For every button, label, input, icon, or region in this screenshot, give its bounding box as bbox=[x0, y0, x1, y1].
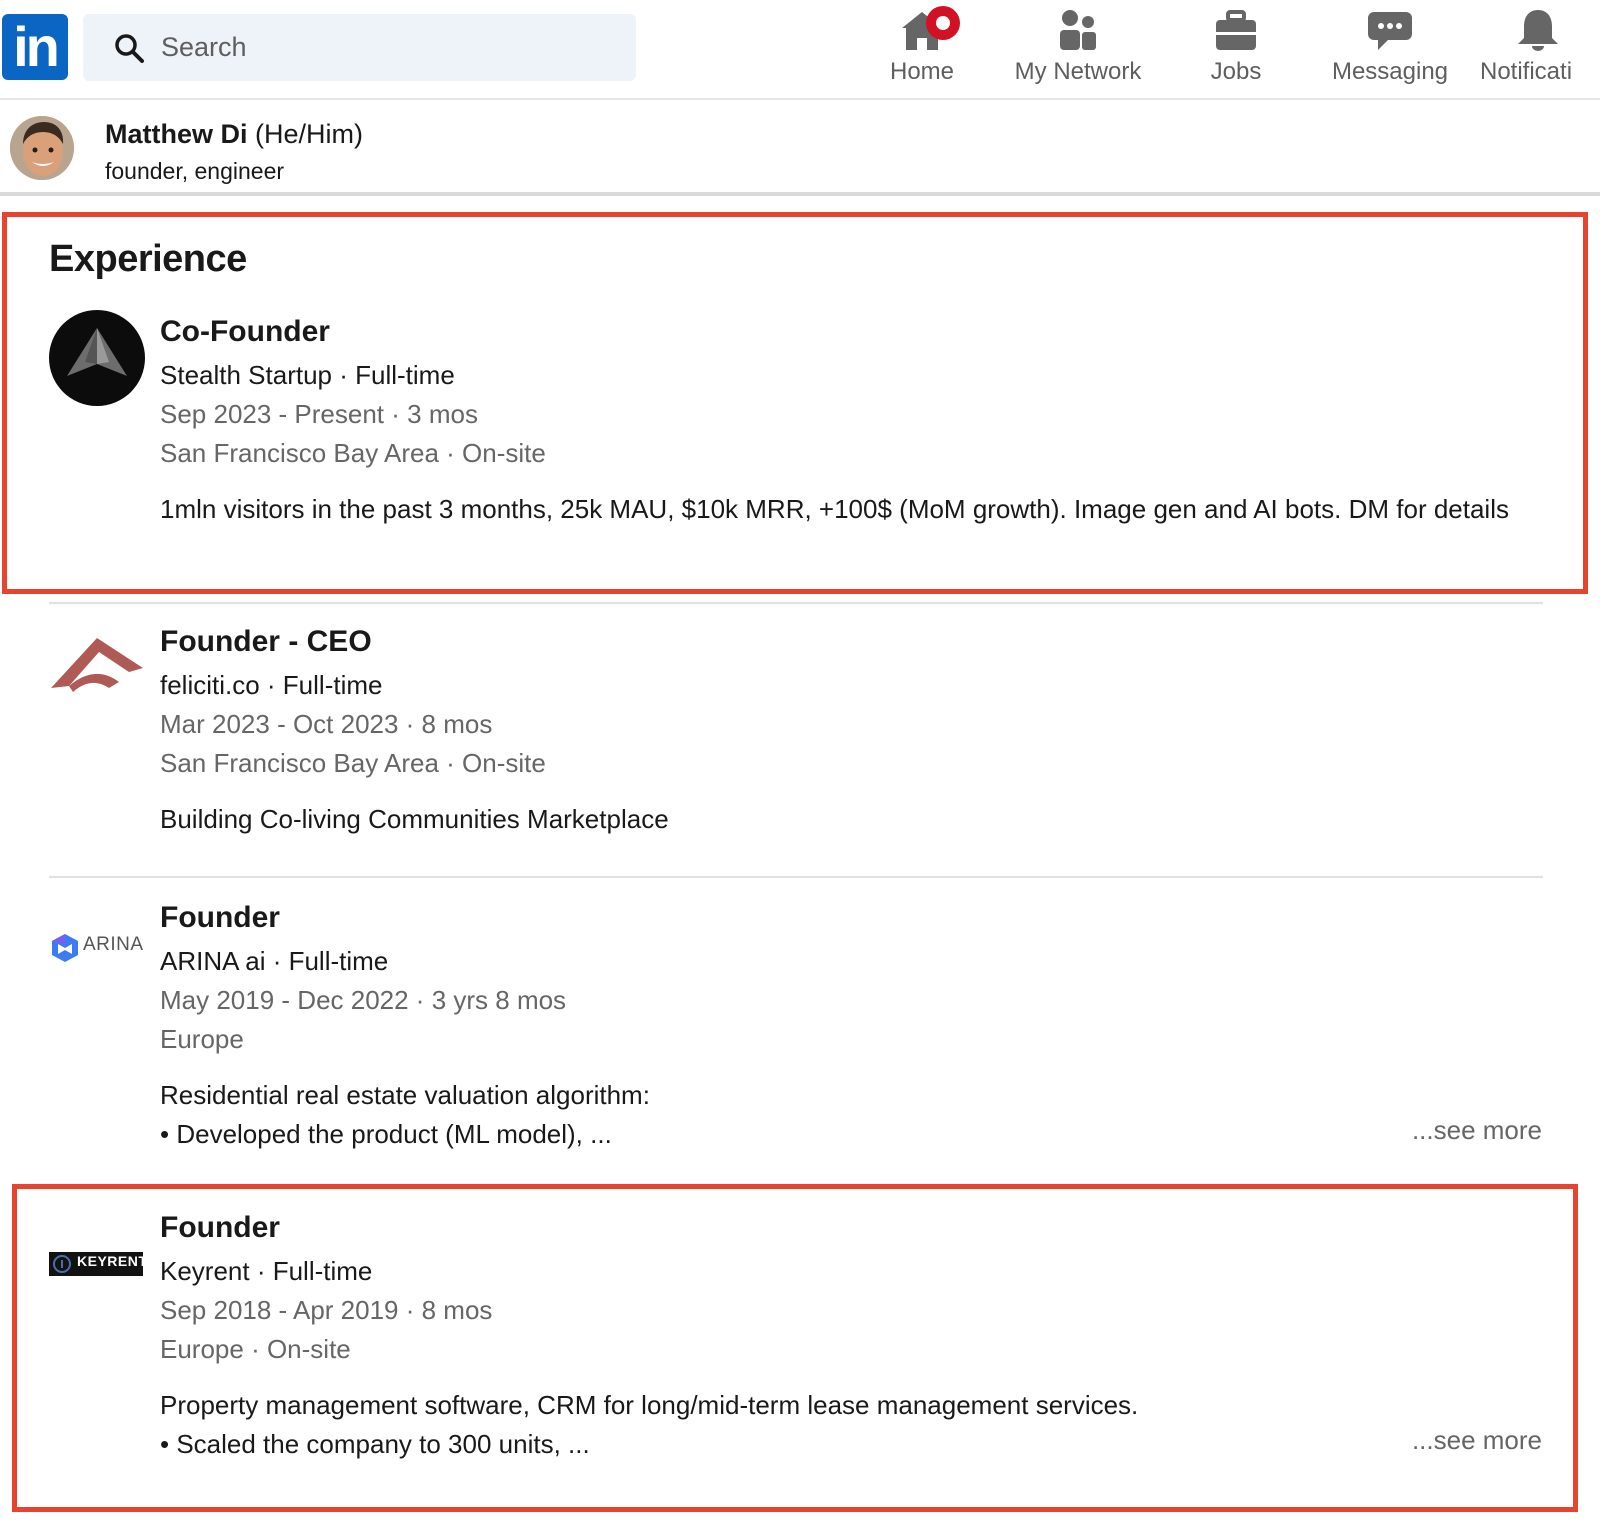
job-title: Co-Founder bbox=[160, 315, 330, 348]
company-name[interactable]: feliciti.co · Full-time bbox=[160, 670, 382, 701]
job-description: 1mln visitors in the past 3 months, 25k … bbox=[160, 494, 1509, 524]
nav-notifications-label: Notificati bbox=[1480, 58, 1573, 85]
job-description-line: • Scaled the company to 300 units, ... bbox=[160, 1429, 590, 1459]
nav-my-network-label: My Network bbox=[1014, 58, 1142, 85]
job-description: Building Co-living Communities Marketpla… bbox=[160, 804, 669, 834]
linkedin-logo[interactable]: in bbox=[2, 14, 68, 80]
search-icon bbox=[115, 34, 144, 63]
experience-heading: Experience bbox=[49, 238, 247, 280]
company-name[interactable]: ARINA ai · Full-time bbox=[160, 946, 388, 977]
notification-badge bbox=[926, 6, 960, 40]
keyrent-logo-text: KEYRENT bbox=[77, 1253, 148, 1269]
job-location: San Francisco Bay Area · On-site bbox=[160, 438, 546, 468]
feliciti-logo[interactable] bbox=[49, 628, 145, 708]
date-range: May 2019 - Dec 2022 · 3 yrs 8 mos bbox=[160, 985, 567, 1015]
nav-messaging[interactable]: Messaging bbox=[1328, 8, 1452, 92]
divider bbox=[49, 876, 1543, 878]
top-nav-bar: in Home My Network Jobs bbox=[0, 0, 1600, 100]
date-range: Sep 2023 - Present · 3 mos bbox=[160, 399, 478, 429]
search-input[interactable] bbox=[161, 14, 611, 81]
profile-header: Matthew Di (He/Him) founder, engineer bbox=[0, 100, 1600, 196]
chat-icon bbox=[1368, 12, 1412, 50]
search-box[interactable] bbox=[83, 14, 636, 81]
keyrent-mark-icon bbox=[53, 1255, 71, 1273]
people-icon bbox=[1060, 10, 1096, 50]
job-description-line: Property management software, CRM for lo… bbox=[160, 1390, 1139, 1420]
job-location: Europe bbox=[160, 1024, 244, 1054]
profile-headline: founder, engineer bbox=[105, 158, 285, 184]
nav-messaging-label: Messaging bbox=[1331, 58, 1449, 85]
profile-name: Matthew Di (He/Him) bbox=[105, 119, 363, 150]
arina-logo-text: ARINA bbox=[83, 934, 144, 955]
job-description-line: • Developed the product (ML model), ... bbox=[160, 1119, 612, 1149]
job-title: Founder bbox=[160, 901, 280, 934]
see-more-link[interactable]: ...see more bbox=[1412, 1425, 1542, 1456]
company-name[interactable]: Keyrent · Full-time bbox=[160, 1256, 372, 1287]
arina-mark-icon bbox=[52, 934, 78, 962]
nav-home-label: Home bbox=[889, 58, 955, 85]
nav-jobs-label: Jobs bbox=[1210, 58, 1262, 85]
nav-notifications[interactable]: Notificati bbox=[1480, 8, 1600, 92]
company-name[interactable]: Stealth Startup · Full-time bbox=[160, 360, 455, 391]
briefcase-icon bbox=[1216, 10, 1256, 50]
nav-my-network[interactable]: My Network bbox=[1010, 8, 1146, 92]
job-location: Europe · On-site bbox=[160, 1334, 351, 1364]
nav-home[interactable]: Home bbox=[886, 6, 960, 92]
keyrent-logo[interactable]: KEYRENT bbox=[49, 1252, 147, 1276]
nav-jobs[interactable]: Jobs bbox=[1200, 8, 1272, 92]
bell-icon bbox=[1518, 10, 1558, 51]
avatar[interactable] bbox=[10, 116, 74, 180]
profile-pronouns: (He/Him) bbox=[255, 119, 364, 149]
job-title: Founder bbox=[160, 1211, 280, 1244]
profile-name-text: Matthew Di bbox=[105, 119, 248, 149]
date-range: Mar 2023 - Oct 2023 · 8 mos bbox=[160, 709, 493, 739]
arina-logo[interactable]: ARINA bbox=[49, 932, 145, 968]
job-location: San Francisco Bay Area · On-site bbox=[160, 748, 546, 778]
date-range: Sep 2018 - Apr 2019 · 8 mos bbox=[160, 1295, 493, 1325]
job-title: Founder - CEO bbox=[160, 625, 372, 658]
see-more-link[interactable]: ...see more bbox=[1412, 1115, 1542, 1146]
stealth-startup-logo[interactable] bbox=[49, 310, 145, 406]
divider bbox=[49, 602, 1543, 604]
job-description-line: Residential real estate valuation algori… bbox=[160, 1080, 650, 1110]
